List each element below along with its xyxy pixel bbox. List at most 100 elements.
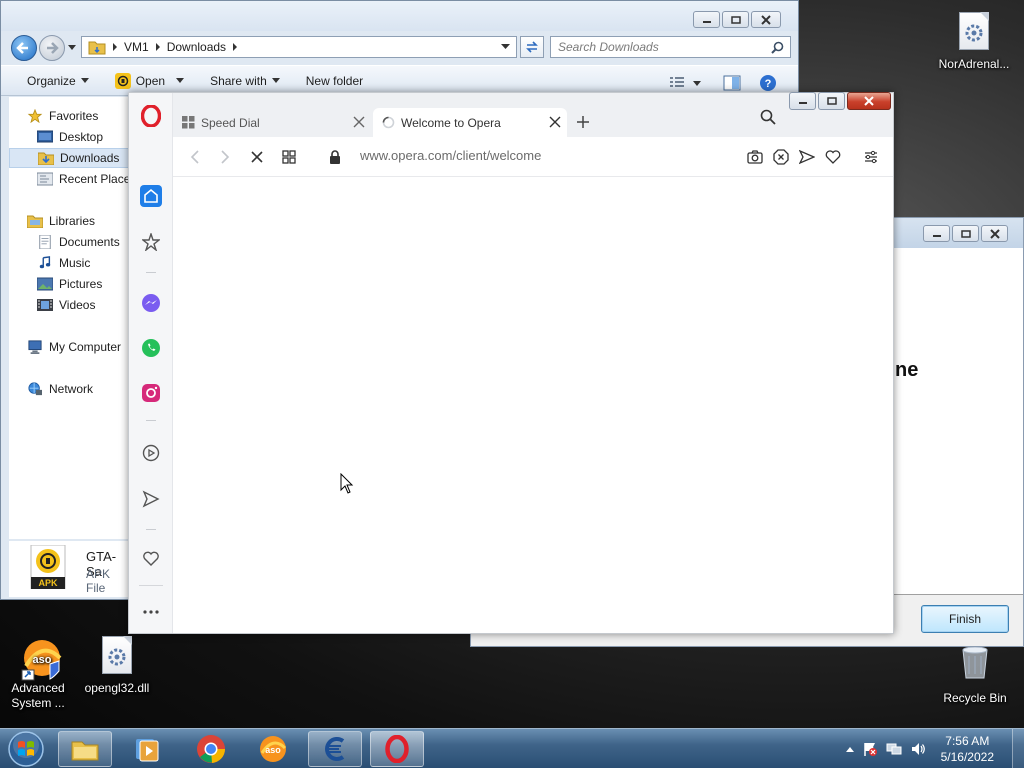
show-desktop-button[interactable] (1012, 729, 1024, 768)
nav-pictures[interactable]: Pictures (37, 274, 102, 294)
sidebar-flow-button[interactable] (140, 488, 162, 510)
close-button[interactable] (847, 92, 891, 110)
explorer-titlebar[interactable] (1, 1, 798, 31)
share-with-button[interactable]: Share with (197, 66, 293, 95)
documents-icon (39, 235, 51, 249)
sidebar-whatsapp-button[interactable] (140, 337, 162, 359)
back-icon[interactable] (187, 149, 203, 165)
opera-address-toolbar: www.opera.com/client/welcome (173, 137, 893, 177)
desktop-icon-opengl32[interactable]: opengl32.dll (77, 636, 157, 696)
minimize-button[interactable] (789, 92, 816, 110)
send-to-flow-icon[interactable] (799, 149, 815, 165)
forward-button[interactable] (39, 35, 65, 61)
new-folder-button[interactable]: New folder (293, 66, 376, 95)
forward-icon[interactable] (217, 149, 233, 165)
maximize-button[interactable] (952, 225, 979, 242)
nav-downloads[interactable]: Downloads (9, 148, 131, 168)
clock-date: 5/16/2022 (940, 750, 994, 764)
nav-recent-places-label: Recent Places (59, 172, 137, 186)
back-button[interactable] (11, 35, 37, 61)
close-button[interactable] (751, 11, 781, 28)
nav-favorites[interactable]: Favorites (27, 106, 98, 126)
star-icon (27, 109, 43, 123)
nav-network-label: Network (49, 382, 94, 396)
tab-search-icon[interactable] (760, 109, 776, 125)
taskbar-explorer[interactable] (58, 731, 112, 767)
open-button[interactable]: Open (102, 66, 197, 95)
volume-icon[interactable] (910, 741, 926, 757)
preview-pane-icon[interactable] (723, 75, 741, 91)
chevron-down-icon (176, 78, 185, 83)
chevron-down-icon[interactable] (693, 80, 701, 86)
nav-videos[interactable]: Videos (37, 295, 95, 315)
show-hidden-icons-chevron[interactable] (846, 746, 854, 752)
taskbar-advanced-systemcare[interactable]: aso (246, 731, 300, 767)
taskbar-media-player[interactable] (120, 731, 174, 767)
nav-my-computer[interactable]: My Computer (27, 337, 121, 357)
instagram-icon (142, 384, 160, 402)
easy-setup-grid-icon[interactable] (281, 149, 297, 165)
breadcrumb-downloads[interactable]: Downloads (167, 40, 226, 54)
bookmark-heart-icon[interactable] (825, 149, 841, 165)
nav-documents[interactable]: Documents (37, 232, 120, 252)
desktop-icon-advanced-system[interactable]: aso Advanced System ... (0, 636, 78, 711)
close-button[interactable] (981, 225, 1008, 242)
more-dots-icon (143, 610, 159, 614)
sidebar-messenger-button[interactable] (140, 292, 162, 314)
breadcrumb-vm1[interactable]: VM1 (124, 40, 149, 54)
new-tab-icon[interactable] (577, 116, 589, 128)
speed-dial-icon (182, 116, 195, 129)
network-tray-icon[interactable] (886, 741, 902, 757)
sidebar-home-button[interactable] (140, 185, 162, 207)
nav-recent-places[interactable]: Recent Places (37, 169, 136, 189)
mouse-cursor-icon (340, 473, 354, 494)
minimize-button[interactable] (693, 11, 720, 28)
finish-button[interactable]: Finish (921, 605, 1009, 633)
desktop-icon-noradrenal[interactable]: NorAdrenal... (934, 12, 1014, 72)
refresh-button[interactable] (520, 36, 544, 58)
lock-icon[interactable] (327, 149, 343, 165)
taskbar-opera[interactable] (370, 731, 424, 767)
nav-music[interactable]: Music (37, 253, 90, 273)
view-list-icon[interactable] (669, 76, 685, 90)
help-icon[interactable]: ? (759, 74, 777, 92)
tab-welcome-to-opera[interactable]: Welcome to Opera (373, 108, 567, 137)
sidebar-bookmarks-button[interactable] (140, 548, 162, 570)
url-field[interactable]: www.opera.com/client/welcome (360, 148, 541, 163)
organize-button[interactable]: Organize (1, 66, 102, 95)
sidebar-more-button[interactable] (140, 601, 162, 623)
adblock-icon[interactable] (773, 149, 789, 165)
start-button[interactable] (4, 729, 48, 768)
opera-page-viewport[interactable] (173, 177, 893, 633)
taskbar-chrome[interactable] (184, 731, 238, 767)
easy-setup-sliders-icon[interactable] (863, 149, 879, 165)
maximize-button[interactable] (818, 92, 845, 110)
explorer-navbar: VM1 Downloads Search Downloads (1, 31, 798, 64)
address-dropdown-icon[interactable] (501, 44, 510, 50)
nav-libraries[interactable]: Libraries (27, 211, 95, 231)
sidebar-instagram-button[interactable] (140, 382, 162, 404)
action-center-flag-icon[interactable] (862, 741, 878, 757)
maximize-button[interactable] (722, 11, 749, 28)
taskbar-clock[interactable]: 7:56 AM 5/16/2022 (941, 733, 994, 765)
opera-menu-button[interactable] (140, 105, 162, 127)
stop-loading-icon[interactable] (249, 149, 265, 165)
tab-speed-dial[interactable]: Speed Dial (173, 108, 371, 137)
navigation-pane: Favorites Desktop Downloads Recent Place… (9, 97, 136, 539)
taskbar-cheat-engine[interactable] (308, 731, 362, 767)
sidebar-player-button[interactable] (140, 442, 162, 464)
chrome-icon (197, 735, 226, 763)
snapshot-camera-icon[interactable] (747, 149, 763, 165)
sidebar-pinboards-button[interactable] (140, 231, 162, 253)
close-tab-icon[interactable] (549, 116, 561, 128)
address-bar[interactable]: VM1 Downloads (81, 36, 517, 58)
recent-pages-chevron-icon[interactable] (67, 44, 77, 52)
nav-desktop[interactable]: Desktop (37, 127, 103, 147)
close-tab-icon[interactable] (353, 116, 365, 128)
minimize-button[interactable] (923, 225, 950, 242)
desktop-icon-recycle-bin[interactable]: Recycle Bin (935, 646, 1015, 706)
search-input[interactable]: Search Downloads (550, 36, 791, 58)
desktop-icon-label: opengl32.dll (84, 681, 150, 695)
nav-network[interactable]: Network (27, 379, 93, 399)
system-tray (846, 741, 926, 757)
